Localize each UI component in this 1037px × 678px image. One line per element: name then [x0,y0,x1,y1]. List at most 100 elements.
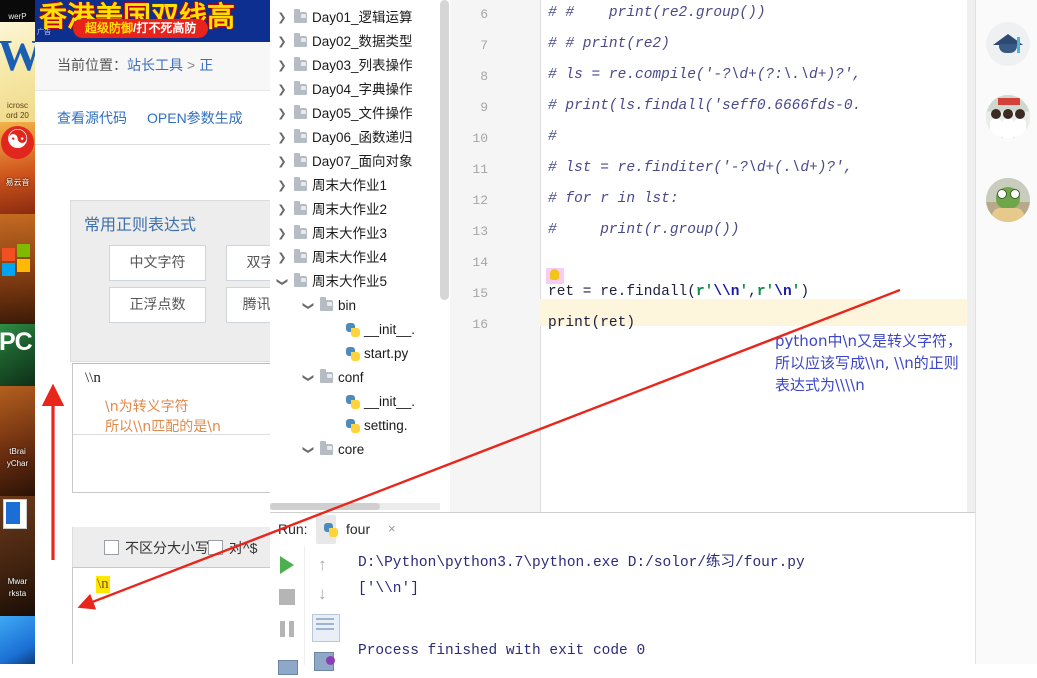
chevron-right-icon[interactable]: ❯ [276,222,288,246]
multiline-checkbox[interactable] [208,540,223,555]
editor-scrollbar[interactable] [967,0,975,512]
tree-row[interactable]: ❯ Day04_字典操作 [270,78,450,102]
code-line[interactable]: ret = re.findall(r'\\n',r'\n') [548,284,809,300]
view-source-link[interactable]: 查看源代码 [57,108,127,128]
run-tab-name: four [346,521,371,537]
chevron-right-icon[interactable]: ❯ [276,30,288,54]
tree-row[interactable]: ❯ Day01_逻辑运算 [270,6,450,30]
chevron-right-icon[interactable]: ❯ [276,6,288,30]
desktop-icon-netease-music[interactable]: 易云音 [0,122,35,214]
tree-row[interactable]: ❯ core [270,438,450,462]
desktop-icon-pc-manager[interactable]: PC [0,324,35,386]
tree-row[interactable]: ❯ 周末大作业2 [270,198,450,222]
next-occurrence-button[interactable]: ↓ [312,583,334,605]
avatar-frog[interactable] [986,178,1030,222]
code-line[interactable]: # ls = re.compile('-?\d+(?:\.\d+)?', [548,67,861,83]
tree-row[interactable]: ❯ bin [270,294,450,318]
desktop-icon-office[interactable] [0,214,35,324]
line-number: 10 [472,131,488,146]
chevron-down-icon[interactable]: ❯ [296,300,320,312]
tree-row[interactable]: ❯ 周末大作业4 [270,246,450,270]
code-line[interactable]: # [548,129,557,145]
chevron-right-icon[interactable]: ❯ [276,102,288,126]
regex-preset-qq-number[interactable]: 腾讯QQ号 [226,287,270,323]
tree-row[interactable]: ❯ Day07_面向对象 [270,150,450,174]
regex-preset-double-byte[interactable]: 双字节字 [226,245,270,281]
desktop-icon-powerpoint[interactable]: werP [0,0,35,22]
tree-row-label: start.py [364,346,409,361]
project-tree-panel[interactable]: ❯ Day01_逻辑运算 ❯ Day02_数据类型 ❯ Day03_列表操作 ❯ Day04_… [270,0,451,512]
chevron-right-icon[interactable]: ❯ [276,174,288,198]
python-file-icon [346,347,360,361]
regex-preset-chinese-chars[interactable]: 中文字符 [109,245,206,281]
chevron-right-icon[interactable]: ❯ [276,150,288,174]
tree-row[interactable]: ❯ 周末大作业1 [270,174,450,198]
stop-button[interactable] [276,586,298,608]
desktop-icon-pycharm-label: tBrai [9,447,26,456]
desktop-icon-pycharm-label2: yChar [6,459,29,468]
close-icon[interactable]: × [388,521,396,536]
advertisement-banner[interactable]: 香港美国双线高 超级防御/打不死高防 广告 [35,0,270,42]
scroll-to-end-button[interactable] [276,656,298,678]
regex-result-match: \n [96,576,110,593]
tree-row[interactable]: ❯ Day06_函数递归 [270,126,450,150]
arrow-up-icon: ↑ [318,555,327,574]
code-line[interactable]: # for r in lst: [548,191,679,207]
code-line[interactable]: # # print(re2.group()) [548,5,766,21]
chevron-down-icon[interactable]: ❯ [270,276,294,288]
desktop-icon-word[interactable]: W icrosc ord 20 [0,22,35,122]
breadcrumb-prefix: 当前位置： [57,57,127,73]
tree-row[interactable]: ❯ Day02_数据类型 [270,30,450,54]
tree-row[interactable]: ❯ Day05_文件操作 [270,102,450,126]
open-params-link[interactable]: OPEN参数生成 [147,108,243,128]
code-line[interactable] [548,253,557,269]
hscroll-thumb[interactable] [270,503,380,510]
tree-row[interactable]: start.py [270,342,450,366]
tree-row-label: Day07_面向对象 [312,154,413,169]
chevron-right-icon[interactable]: ❯ [276,126,288,150]
chevron-down-icon[interactable]: ❯ [296,444,320,456]
soft-wrap-button[interactable] [312,614,340,642]
ad-label: 广告 [37,29,51,36]
prev-occurrence-button[interactable]: ↑ [312,554,334,576]
tree-row[interactable]: ❯ 周末大作业5 [270,270,450,294]
avatar-graduation-cap[interactable] [986,22,1030,66]
code-line[interactable]: # print(ls.findall('seff0.6666fds-0. [548,98,861,114]
avatar-group-photo[interactable] [986,95,1030,139]
project-tree-scrollbar[interactable] [440,0,449,300]
code-line[interactable]: # lst = re.finditer('-?\d+(.\d+)?', [548,160,853,176]
ad-pill-right: 打不死高防 [136,21,197,35]
desktop-icon-pycharm[interactable]: tBrai yChar [0,386,35,496]
code-line[interactable]: # # print(re2) [548,36,670,52]
chevron-right-icon[interactable]: ❯ [276,198,288,222]
desktop-icon-misc[interactable] [0,616,35,664]
regex-preset-positive-float[interactable]: 正浮点数 [109,287,206,323]
ad-pill-left: 超级防御 [85,21,134,35]
chevron-right-icon[interactable]: ❯ [276,78,288,102]
breadcrumb-link-tools[interactable]: 站长工具 [127,57,183,73]
project-tree-hscrollbar[interactable] [270,503,440,510]
run-console-output[interactable]: D:\Python\python3.7\python.exe D:/solor/… [340,546,975,665]
chevron-right-icon[interactable]: ❯ [276,54,288,78]
code-editor[interactable]: 6 7 8 9 10 11 12 13 14 15 16 # # print(re2.group()… [450,0,975,512]
common-regex-panel: 常用正则表达式 中文字符 双字节字 正浮点数 腾讯QQ号 [70,200,270,362]
ignore-case-checkbox[interactable] [104,540,119,555]
desktop-icon-vmware[interactable]: Mwar rksta [0,496,35,616]
tree-row[interactable]: ❯ Day03_列表操作 [270,54,450,78]
breadcrumb-link-current[interactable]: 正 [199,57,213,73]
tree-row[interactable]: setting. [270,414,450,438]
tree-row[interactable]: __init__. [270,318,450,342]
chevron-down-icon[interactable]: ❯ [296,372,320,384]
pc-manager-icon: PC [0,328,33,356]
run-button[interactable] [276,554,298,576]
code-line[interactable]: print(ret) [548,315,635,331]
tree-row[interactable]: ❯ conf [270,366,450,390]
chevron-right-icon[interactable]: ❯ [276,246,288,270]
intention-bulb-icon[interactable] [546,268,564,284]
run-tab-four[interactable]: four × [316,515,396,544]
tree-row[interactable]: ❯ 周末大作业3 [270,222,450,246]
pause-button[interactable] [276,618,298,640]
code-line[interactable]: # print(r.group()) [548,222,739,238]
print-button[interactable] [312,650,335,672]
tree-row[interactable]: __init__. [270,390,450,414]
